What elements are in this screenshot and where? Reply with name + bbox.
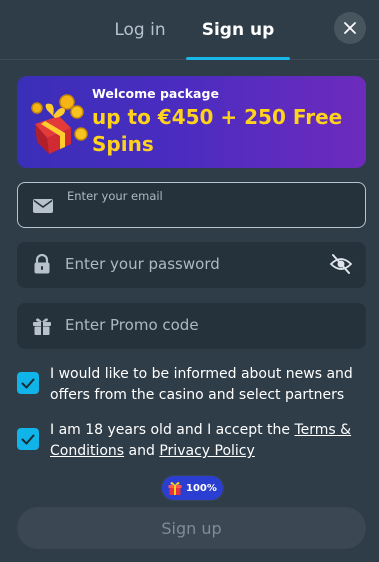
age-consent-text-start: I am 18 years old and I accept the: [50, 422, 295, 438]
tab-signup[interactable]: Sign up: [186, 0, 290, 60]
signup-submit-label: Sign up: [161, 518, 222, 538]
progress-badge: 100%: [162, 476, 223, 500]
promo-field[interactable]: [17, 303, 366, 349]
password-field[interactable]: [17, 242, 366, 288]
gift-icon: [33, 318, 51, 335]
checkmark-icon: [21, 434, 35, 444]
close-button[interactable]: [334, 12, 366, 44]
promo-input[interactable]: [65, 303, 322, 347]
tab-signup-label: Sign up: [201, 20, 275, 40]
email-input[interactable]: [66, 195, 321, 227]
banner-subtitle: Welcome package: [92, 86, 219, 101]
age-consent-checkbox[interactable]: [17, 428, 39, 450]
welcome-banner: Welcome package up to €450 + 250 Free Sp…: [17, 76, 366, 168]
banner-title: up to €450 + 250 Free Spins: [92, 105, 343, 156]
gift-coins-icon: [31, 94, 88, 154]
privacy-link[interactable]: Privacy Policy: [159, 443, 254, 459]
signup-submit-button[interactable]: Sign up: [17, 507, 366, 549]
tab-login-label: Log in: [114, 20, 166, 40]
auth-tabs: Log in Sign up: [0, 0, 379, 60]
checkmark-icon: [21, 378, 35, 388]
password-input[interactable]: [65, 242, 322, 286]
tab-login[interactable]: Log in: [92, 0, 188, 60]
age-consent-text: I am 18 years old and I accept the Terms…: [50, 420, 368, 462]
age-consent-text-and: and: [124, 443, 160, 459]
close-icon: [344, 22, 356, 34]
email-field[interactable]: Enter your email: [17, 182, 366, 228]
active-tab-indicator: [186, 57, 290, 60]
news-consent-text: I would like to be informed about news a…: [50, 366, 353, 403]
news-consent-checkbox[interactable]: [17, 372, 39, 394]
lock-icon: [34, 254, 50, 274]
envelope-icon: [33, 199, 53, 213]
progress-label: 100%: [186, 482, 217, 494]
eye-off-icon[interactable]: [329, 253, 353, 275]
gift-icon: [168, 482, 182, 495]
